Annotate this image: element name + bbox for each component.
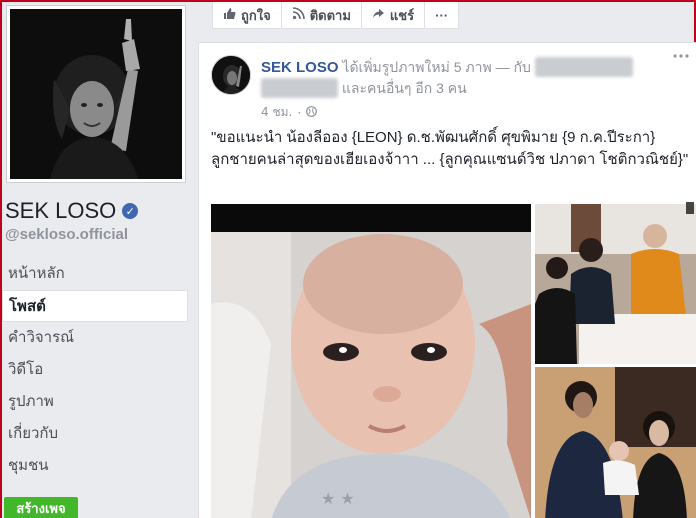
- rss-icon: [292, 7, 305, 23]
- nav-item-posts[interactable]: โพสต์: [2, 290, 188, 322]
- post-card: SEK LOSO ได้เพิ่มรูปภาพใหม่ 5 ภาพ — กับ …: [198, 42, 696, 518]
- like-page-button[interactable]: ถูกใจ: [213, 2, 282, 28]
- share-page-button[interactable]: แชร์: [362, 2, 426, 28]
- nav-item-community[interactable]: ชุมชน: [2, 450, 188, 482]
- ellipsis-icon: ···: [435, 7, 449, 23]
- post-photo-main[interactable]: ★ ★: [211, 204, 531, 518]
- globe-icon: [306, 105, 318, 120]
- follow-page-button[interactable]: ติดตาม: [282, 2, 362, 28]
- like-page-label: ถูกใจ: [241, 7, 271, 23]
- page-handle[interactable]: @sekloso.official: [5, 226, 128, 243]
- post-timestamp[interactable]: 4 ชม.: [261, 103, 292, 122]
- page-action-bar: ถูกใจ ติดตาม แชร์ ···: [212, 2, 460, 29]
- page-name[interactable]: SEK LOSO ✓: [5, 198, 139, 224]
- share-page-label: แชร์: [389, 7, 415, 23]
- post-body-text: "ขอแนะนำ น้องลีออง {LEON} ด.ช.พัฒนศักดิ์…: [211, 129, 689, 168]
- post-photo-bottom-right[interactable]: [535, 367, 696, 518]
- post-photo-top-right[interactable]: [535, 204, 696, 364]
- share-arrow-icon: [372, 7, 385, 23]
- post-author-avatar[interactable]: [211, 55, 251, 95]
- nav-item-photos[interactable]: รูปภาพ: [2, 386, 188, 418]
- tagged-person-link[interactable]: xxxxxxxxxxx: [261, 78, 338, 98]
- verified-badge-icon: ✓: [122, 203, 139, 219]
- more-options-button[interactable]: ···: [425, 2, 458, 28]
- tagged-others-link[interactable]: และคนอื่นๆ อีก 3 คน: [342, 80, 467, 96]
- profile-photo[interactable]: [6, 5, 186, 183]
- svg-text:★ ★: ★ ★: [321, 489, 355, 508]
- follow-page-label: ติดตาม: [309, 7, 351, 23]
- nav-item-home[interactable]: หน้าหลัก: [2, 258, 188, 290]
- tagged-person-link[interactable]: xxxxxxxxxxxxxx: [534, 57, 633, 77]
- nav-item-about[interactable]: เกี่ยวกับ: [2, 418, 188, 450]
- post-header: SEK LOSO ได้เพิ่มรูปภาพใหม่ 5 ภาพ — กับ …: [261, 57, 671, 98]
- scrollbar-thumb[interactable]: [686, 202, 694, 214]
- left-column: SEK LOSO ✓ @sekloso.official หน้าหลัก โพ…: [2, 2, 198, 518]
- page-name-text: SEK LOSO: [5, 198, 117, 223]
- thumbs-up-icon: [223, 7, 236, 23]
- profile-photo-image: [10, 9, 182, 179]
- nav-item-reviews[interactable]: คำวิจารณ์: [2, 322, 188, 354]
- nav-item-videos[interactable]: วิดีโอ: [2, 354, 188, 386]
- post-author-link[interactable]: SEK LOSO: [261, 59, 339, 76]
- page-nav: หน้าหลัก โพสต์ คำวิจารณ์ วิดีโอ รูปภาพ เ…: [2, 258, 188, 482]
- post-action-text: ได้เพิ่มรูปภาพใหม่ 5 ภาพ — กับ: [342, 59, 531, 75]
- post-meta: 4 ชม. ·: [261, 103, 318, 122]
- create-page-button[interactable]: สร้างเพจ: [4, 497, 78, 518]
- post-options-icon[interactable]: [673, 53, 689, 59]
